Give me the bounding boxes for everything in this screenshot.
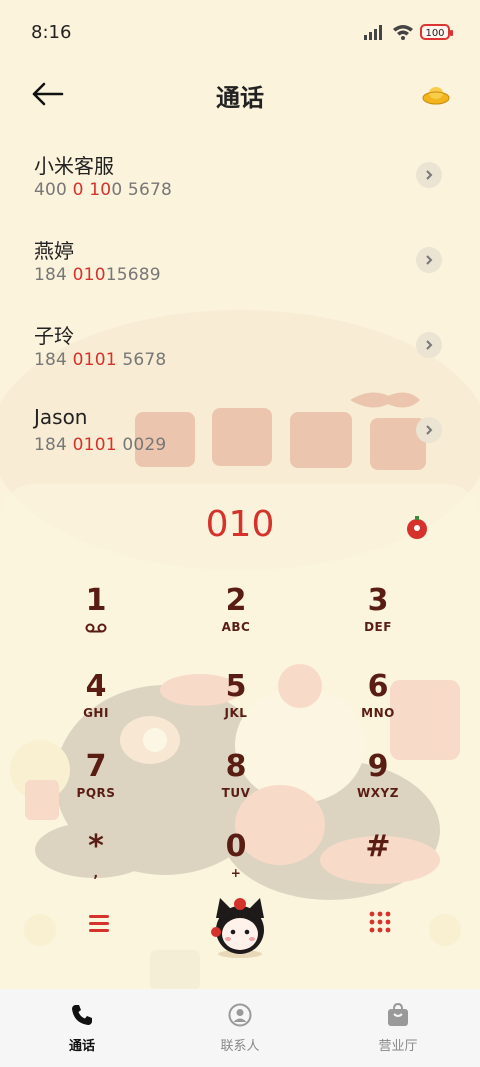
status-icons: 100 <box>364 24 453 40</box>
contact-row[interactable]: 燕婷 184 01015689 <box>0 225 480 295</box>
contact-icon <box>228 1003 252 1027</box>
tab-label: 通话 <box>68 1039 95 1054</box>
key-1[interactable]: 1 <box>36 584 156 656</box>
key-letters: + <box>230 866 242 880</box>
tab-contacts[interactable]: 联系人 <box>180 989 300 1067</box>
contact-row[interactable]: 小米客服 400 0 100 5678 <box>0 140 480 210</box>
dialpad-panel: 010 1 2 ABC 3 DEF 4 GHI 5 JKL 6 MNO 7 PQ… <box>0 484 480 990</box>
status-bar: 8:16 100 <box>0 0 480 66</box>
contact-row[interactable]: Jason 184 0101 0029 <box>0 395 480 465</box>
key-3[interactable]: 3 DEF <box>318 584 438 656</box>
status-time: 8:16 <box>31 22 72 43</box>
header: 通话 <box>0 66 480 126</box>
gold-ingot-icon[interactable] <box>422 82 450 106</box>
call-button[interactable] <box>204 888 276 960</box>
tab-service-hall[interactable]: 营业厅 <box>338 989 458 1067</box>
contact-detail-button[interactable] <box>416 417 442 443</box>
shop-bag-icon <box>388 1003 408 1026</box>
key-6[interactable]: 6 MNO <box>318 670 438 742</box>
number-match-highlight: 0 10 <box>72 180 112 200</box>
contact-number: 184 0101 5678 <box>34 350 166 370</box>
chevron-right-icon <box>426 255 433 265</box>
key-hash[interactable]: # <box>318 830 438 902</box>
battery-indicator: 100 <box>420 24 453 40</box>
key-letters: GHI <box>83 706 109 720</box>
contact-row[interactable]: 子玲 184 0101 5678 <box>0 310 480 380</box>
tab-label: 营业厅 <box>378 1039 418 1054</box>
contact-name: 燕婷 <box>34 239 74 263</box>
key-digit: 0 <box>225 829 247 864</box>
key-letters: MNO <box>361 706 395 720</box>
number-suffix: 0029 <box>116 435 167 455</box>
key-star[interactable]: * , <box>36 830 156 902</box>
number-prefix: 184 <box>34 350 73 370</box>
chevron-right-icon <box>426 340 433 350</box>
key-letters: , <box>93 866 99 880</box>
menu-icon[interactable] <box>86 912 112 934</box>
number-match-highlight: 010 <box>72 265 106 285</box>
key-5[interactable]: 5 JKL <box>176 670 296 742</box>
key-letters: DEF <box>364 620 392 634</box>
phone-icon <box>72 1005 92 1025</box>
key-2[interactable]: 2 ABC <box>176 584 296 656</box>
number-match-highlight: 0101 <box>72 435 117 455</box>
lantern-ornament-icon[interactable] <box>404 514 430 540</box>
key-8[interactable]: 8 TUV <box>176 750 296 822</box>
signal-icon <box>364 25 382 40</box>
contact-detail-button[interactable] <box>416 247 442 273</box>
key-digit: 2 <box>225 583 247 618</box>
number-prefix: 184 <box>34 265 73 285</box>
key-digit: 4 <box>85 669 107 704</box>
key-digit: 6 <box>367 669 389 704</box>
key-letters: WXYZ <box>357 786 399 800</box>
contact-number: 400 0 100 5678 <box>34 180 172 200</box>
key-9[interactable]: 9 WXYZ <box>318 750 438 822</box>
number-suffix: 0 5678 <box>111 180 172 200</box>
keypad-grid-icon[interactable] <box>368 910 392 934</box>
voicemail-icon <box>85 623 107 633</box>
key-digit: # <box>365 829 391 864</box>
chevron-right-icon <box>426 170 433 180</box>
number-prefix: 400 <box>34 180 73 200</box>
key-letters: JKL <box>224 706 248 720</box>
bottom-tab-bar: 通话 联系人 营业厅 <box>0 989 480 1067</box>
key-7[interactable]: 7 PQRS <box>36 750 156 822</box>
key-digit: 9 <box>367 749 389 784</box>
key-digit: 5 <box>225 669 247 704</box>
number-prefix: 184 <box>34 435 73 455</box>
number-suffix: 5678 <box>116 350 167 370</box>
tab-calls[interactable]: 通话 <box>22 989 142 1067</box>
contact-number: 184 01015689 <box>34 265 161 285</box>
key-digit: 3 <box>367 583 389 618</box>
page-title: 通话 <box>216 84 264 112</box>
key-4[interactable]: 4 GHI <box>36 670 156 742</box>
number-match-highlight: 0101 <box>72 350 117 370</box>
wifi-icon <box>393 25 413 40</box>
contact-name: Jason <box>34 405 88 429</box>
chevron-right-icon <box>426 425 433 435</box>
contact-detail-button[interactable] <box>416 332 442 358</box>
key-letters: TUV <box>221 786 251 800</box>
contact-name: 子玲 <box>34 324 74 348</box>
contact-detail-button[interactable] <box>416 162 442 188</box>
key-digit: 8 <box>225 749 247 784</box>
key-digit: * <box>88 829 104 864</box>
contact-number: 184 0101 0029 <box>34 435 166 455</box>
key-letters: ABC <box>221 620 251 634</box>
contact-name: 小米客服 <box>34 154 114 178</box>
key-letters: PQRS <box>76 786 116 800</box>
tab-label: 联系人 <box>220 1039 260 1054</box>
number-suffix: 15689 <box>105 265 161 285</box>
key-digit: 1 <box>85 583 107 618</box>
key-digit: 7 <box>85 749 107 784</box>
